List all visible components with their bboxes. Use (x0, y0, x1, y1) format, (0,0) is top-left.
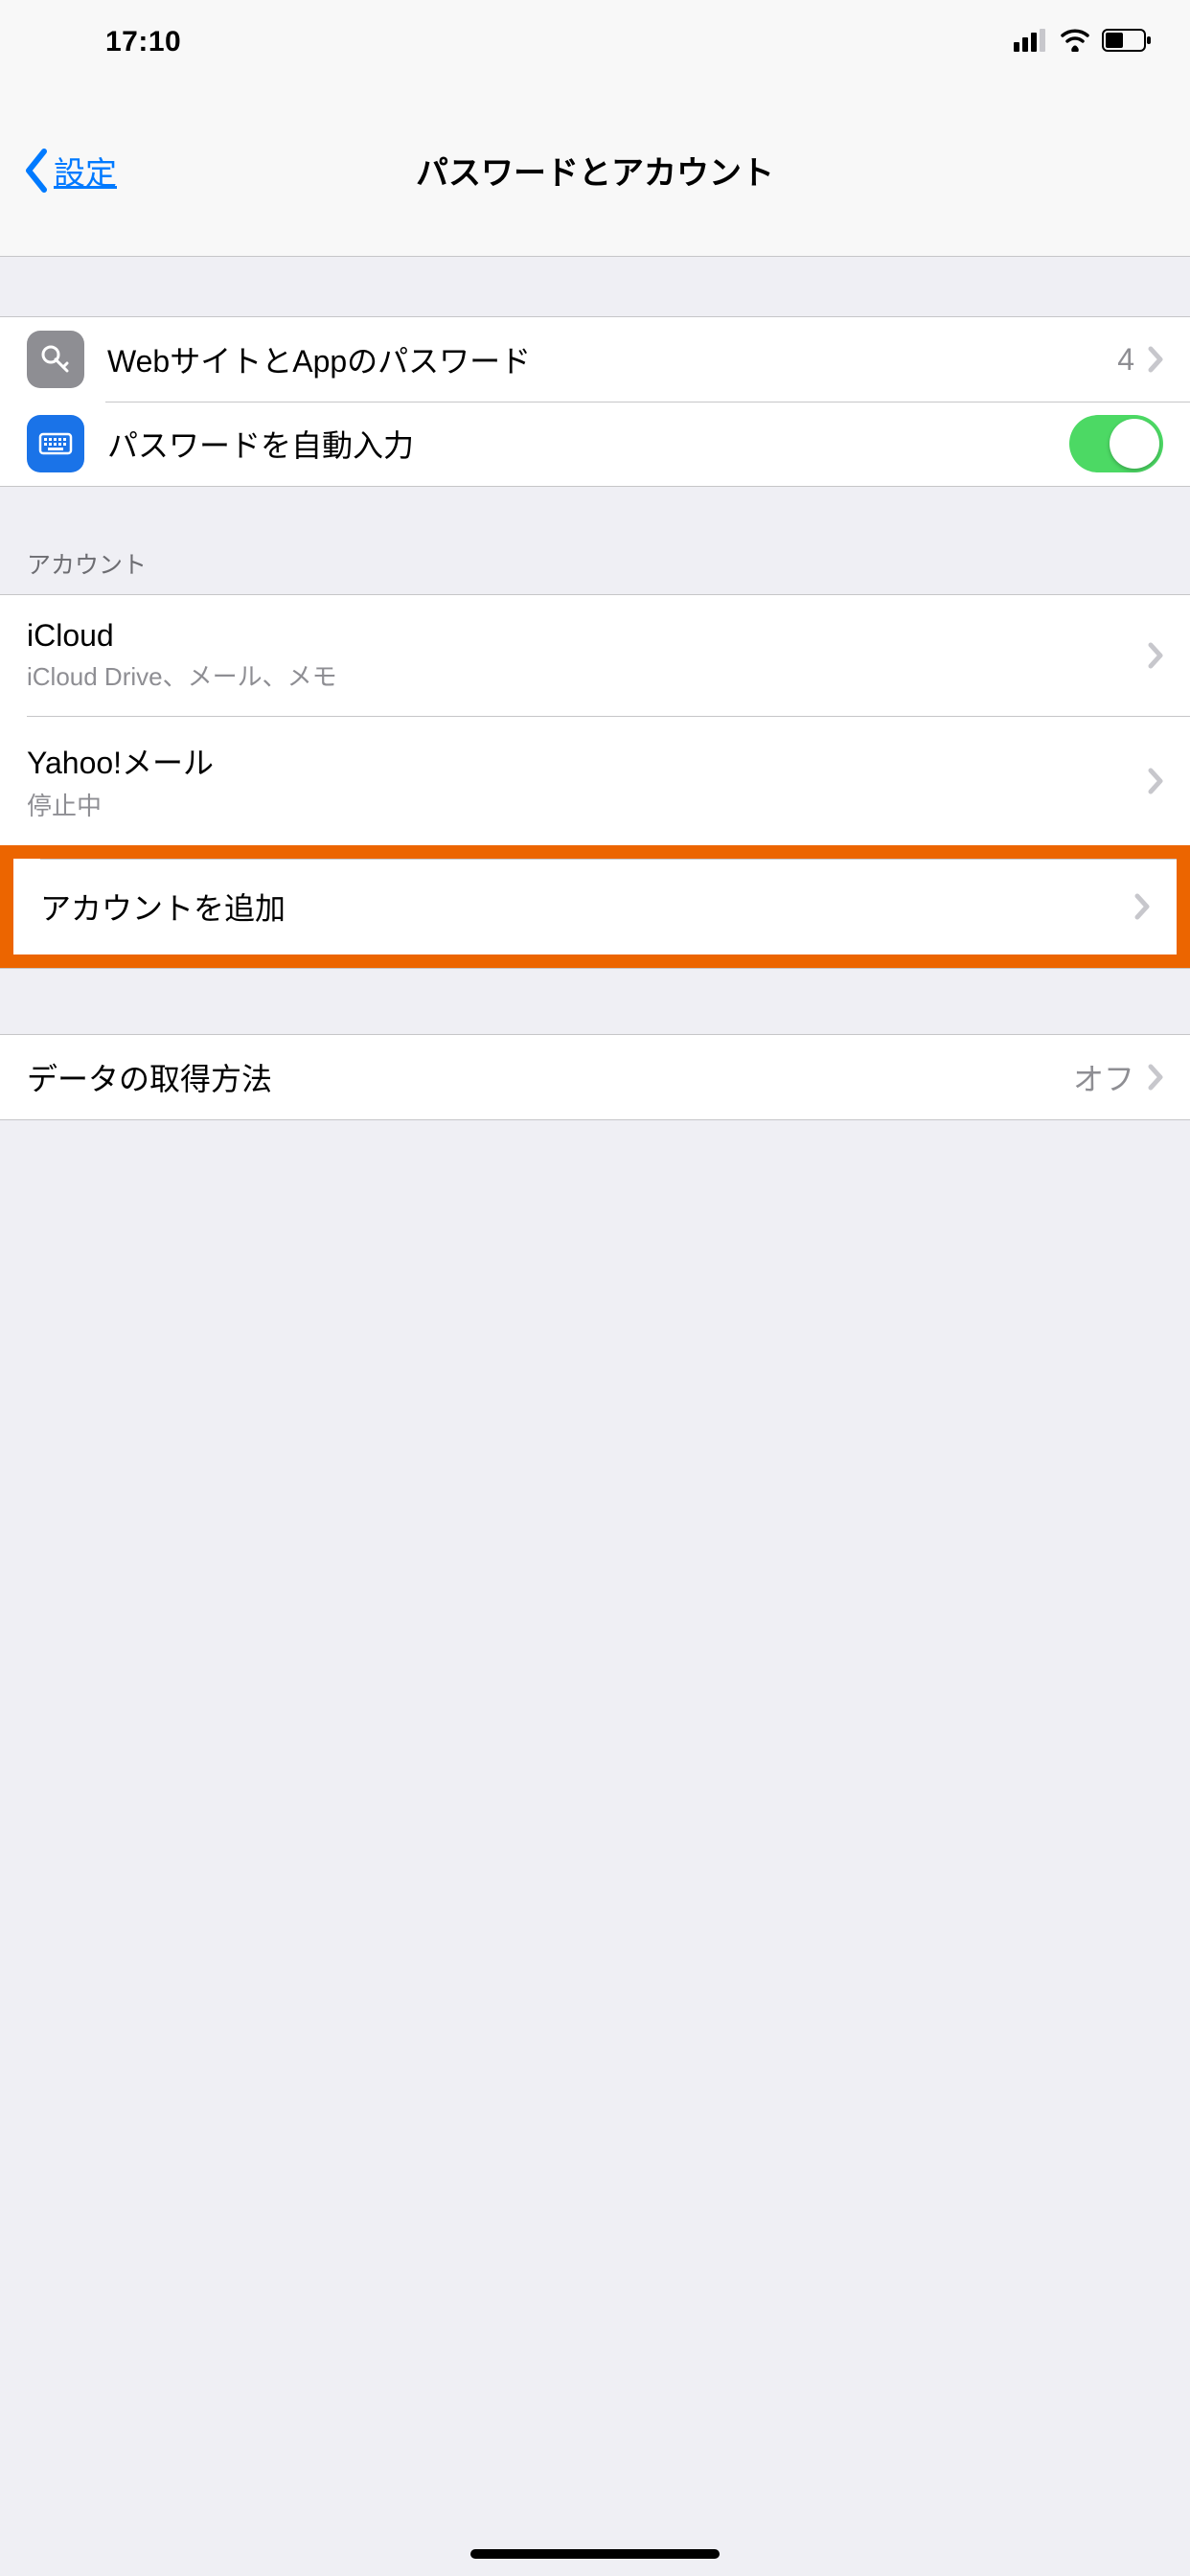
autofill-passwords-label: パスワードを自動入力 (107, 422, 1069, 466)
password-section: WebサイトとAppのパスワード 4 パスワードを自動入力 (0, 316, 1190, 487)
autofill-passwords-row[interactable]: パスワードを自動入力 (0, 402, 1190, 486)
fetch-value: オフ (1073, 1055, 1134, 1099)
cellular-icon (1014, 29, 1048, 57)
accounts-header: アカウント (0, 546, 1190, 594)
battery-icon (1102, 29, 1152, 57)
chevron-right-icon (1148, 642, 1163, 669)
chevron-right-icon (1134, 893, 1150, 920)
keyboard-icon (27, 415, 84, 472)
account-row-icloud[interactable]: iCloud iCloud Drive、メール、メモ (0, 595, 1190, 716)
account-title: iCloud (27, 618, 114, 654)
toggle-knob (1110, 419, 1159, 469)
chevron-right-icon (1148, 768, 1163, 794)
fetch-label: データの取得方法 (27, 1055, 1073, 1099)
home-indicator[interactable] (470, 2549, 720, 2559)
account-title: Yahoo!メール (27, 739, 214, 783)
page-title: パスワードとアカウント (0, 147, 1190, 194)
add-account-row[interactable]: アカウントを追加 (13, 859, 1177, 954)
wifi-icon (1060, 29, 1090, 57)
back-label: 設定 (54, 148, 117, 194)
chevron-left-icon (23, 148, 50, 194)
website-app-passwords-row[interactable]: WebサイトとAppのパスワード 4 (0, 317, 1190, 402)
add-account-highlight: アカウントを追加 (0, 845, 1190, 968)
fetch-section: データの取得方法 オフ (0, 1034, 1190, 1120)
chevron-right-icon (1148, 346, 1163, 373)
nav-bar: 設定 パスワードとアカウント (0, 84, 1190, 257)
key-icon (27, 331, 84, 388)
status-time: 17:10 (0, 26, 181, 58)
add-account-label: アカウントを追加 (40, 885, 1150, 929)
status-icons (1014, 29, 1152, 57)
status-bar: 17:10 (0, 0, 1190, 84)
fetch-new-data-row[interactable]: データの取得方法 オフ (0, 1035, 1190, 1119)
website-app-passwords-label: WebサイトとAppのパスワード (107, 337, 1117, 381)
autofill-toggle[interactable] (1069, 415, 1163, 472)
account-subtitle: iCloud Drive、メール、メモ (27, 657, 337, 693)
website-app-passwords-count: 4 (1117, 342, 1134, 378)
back-button[interactable]: 設定 (23, 148, 117, 194)
chevron-right-icon (1148, 1064, 1163, 1091)
accounts-section: iCloud iCloud Drive、メール、メモ Yahoo!メール 停止中… (0, 594, 1190, 969)
account-row-yahoo[interactable]: Yahoo!メール 停止中 (0, 716, 1190, 845)
account-subtitle: 停止中 (27, 787, 102, 822)
